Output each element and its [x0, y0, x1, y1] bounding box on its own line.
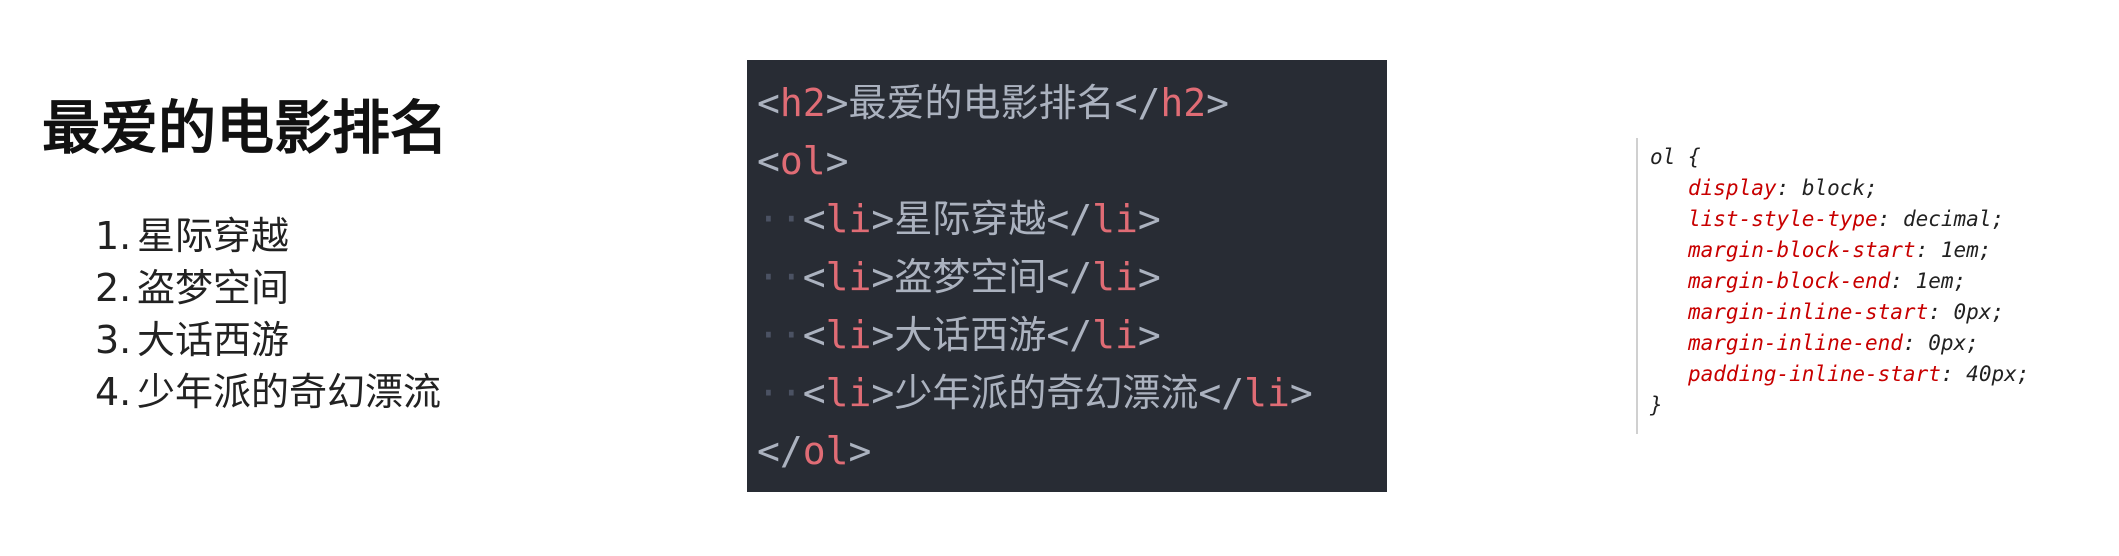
code-line-li: ··<li>星际穿越</li>	[757, 197, 1161, 241]
code-line-ol-close: </ol>	[757, 429, 872, 473]
css-property: margin-inline-start: 0px;	[1688, 300, 2005, 324]
devtools-css-rule: ol { display: block; list-style-type: de…	[1636, 138, 2106, 438]
list-item: 2. 盗梦空间	[95, 266, 290, 310]
rendered-preview: 最爱的电影排名 1. 星际穿越 2. 盗梦空间 3. 大话西游 4. 少年派的奇幻漂流	[0, 0, 700, 556]
code-line-h2: <h2>最爱的电影排名</h2>	[757, 81, 1229, 125]
css-property: padding-inline-start: 40px;	[1688, 362, 2030, 386]
css-property: list-style-type: decimal;	[1688, 207, 2005, 231]
rule-border	[1636, 138, 1638, 434]
preview-heading: 最爱的电影排名	[42, 94, 449, 162]
code-editor[interactable]: <h2>最爱的电影排名</h2> <ol> ··<li>星际穿越</li> ··…	[747, 60, 1387, 492]
css-property: margin-block-end: 1em;	[1688, 269, 1967, 293]
list-item: 4. 少年派的奇幻漂流	[95, 370, 442, 414]
list-item: 1. 星际穿越	[95, 214, 290, 258]
code-line-ol-open: <ol>	[757, 139, 849, 183]
code-line-li: ··<li>盗梦空间</li>	[757, 255, 1161, 299]
rule-close-brace: }	[1650, 393, 1663, 417]
rule-selector: ol {	[1650, 145, 1701, 169]
css-property: margin-block-start: 1em;	[1688, 238, 1992, 262]
preview-ordered-list: 1. 星际穿越 2. 盗梦空间 3. 大话西游 4. 少年派的奇幻漂流	[95, 210, 441, 418]
code-line-li: ··<li>大话西游</li>	[757, 313, 1161, 357]
code-line-li: ··<li>少年派的奇幻漂流</li>	[757, 371, 1313, 415]
css-property: display: block;	[1688, 176, 1878, 200]
list-item: 3. 大话西游	[95, 318, 290, 362]
css-property: margin-inline-end: 0px;	[1688, 331, 1979, 355]
